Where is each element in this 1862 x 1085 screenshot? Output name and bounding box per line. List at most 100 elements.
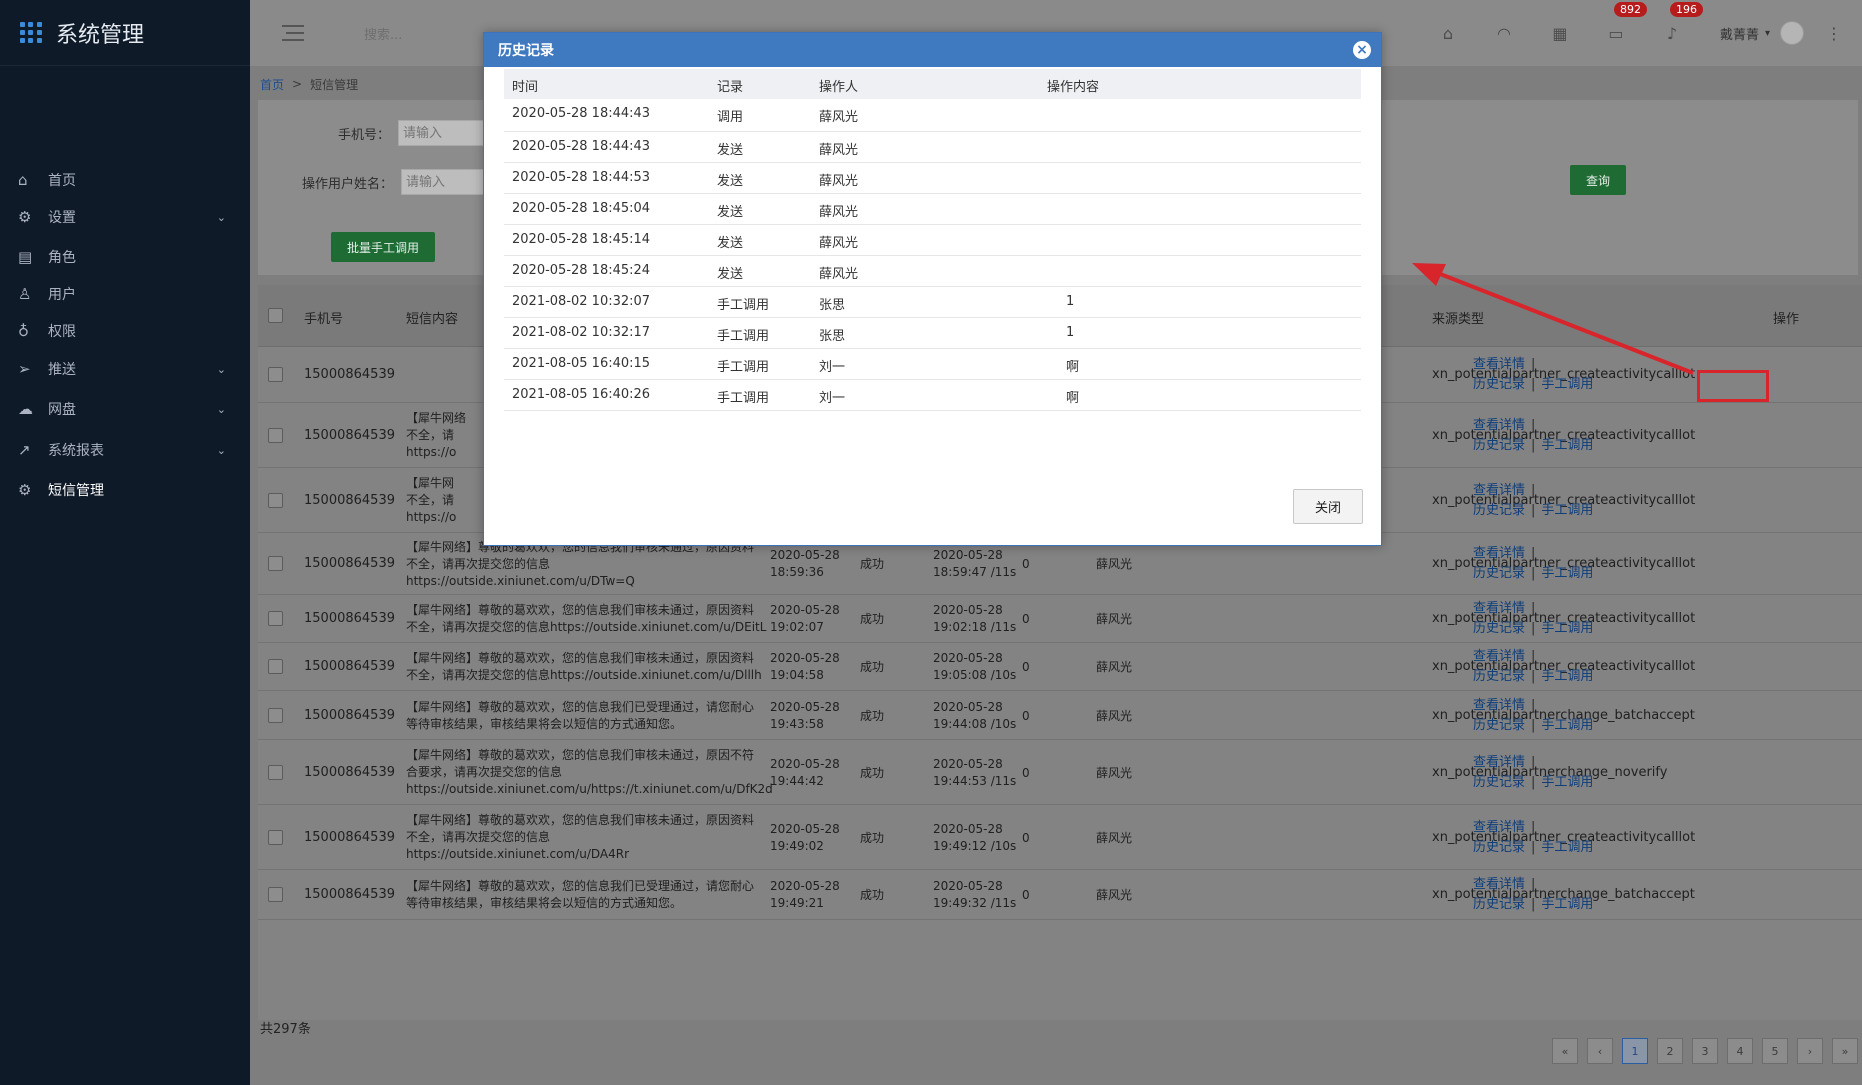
history-record: 发送 <box>717 267 744 282</box>
row-checkbox[interactable] <box>268 556 283 571</box>
bell-icon[interactable]: ♪ 196 <box>1644 1 1703 43</box>
history-link[interactable]: 历史记录 <box>1473 669 1525 684</box>
row-checkbox[interactable] <box>268 707 283 723</box>
menu-toggle-icon[interactable] <box>282 25 304 41</box>
sidebar-item-label: 系统报表 <box>48 443 104 459</box>
page-button[interactable]: 2 <box>1657 1038 1683 1064</box>
close-button[interactable]: 关闭 <box>1293 489 1363 524</box>
avatar[interactable] <box>1780 21 1804 45</box>
history-time: 2020-05-28 18:44:43 <box>512 106 651 121</box>
history-link[interactable]: 历史记录 <box>1473 377 1525 392</box>
breadcrumb-home[interactable]: 首页 <box>260 76 284 93</box>
manual-call-link[interactable]: 手工调用 <box>1541 377 1593 392</box>
history-record: 发送 <box>717 205 744 220</box>
row-phone: 15000864539 <box>304 367 395 382</box>
batch-manual-call-button[interactable]: 批量手工调用 <box>331 232 435 262</box>
view-detail-link[interactable]: 查看详情 <box>1473 649 1525 664</box>
bell-badge: 196 <box>1669 1 1703 17</box>
sidebar-item[interactable]: ➢ 推送 ⌄ <box>0 347 250 391</box>
view-detail-link[interactable]: 查看详情 <box>1473 698 1525 713</box>
sidebar-nav: ⌂ 首页 ⚙ 设置 ⌄ ▤ 角色 ♙ 用户 ♁ 权限 ➢ 推送 ⌄ ☁ 网盘 ⌄ ↗ 系统报表 ⌄ ⚙ 短信管理 <box>0 66 250 499</box>
headset-icon[interactable]: ◠ <box>1476 24 1532 43</box>
row-checkbox[interactable] <box>268 427 283 443</box>
page-button[interactable]: 4 <box>1727 1038 1753 1064</box>
sidebar-item[interactable]: ↗ 系统报表 ⌄ <box>0 428 250 472</box>
view-detail-link[interactable]: 查看详情 <box>1473 755 1525 770</box>
history-link[interactable]: 历史记录 <box>1473 566 1525 581</box>
table-row: 15000864539 【犀牛网络】尊敬的葛欢欢，您的信息我们审核未通过，原因资料… <box>258 805 1862 870</box>
history-operator: 刘一 <box>819 360 846 375</box>
view-detail-link[interactable]: 查看详情 <box>1473 601 1525 616</box>
manual-call-link[interactable]: 手工调用 <box>1541 669 1593 684</box>
page-button[interactable]: 3 <box>1692 1038 1718 1064</box>
history-link[interactable]: 历史记录 <box>1473 503 1525 518</box>
history-link[interactable]: 历史记录 <box>1473 621 1525 636</box>
view-detail-link[interactable]: 查看详情 <box>1473 418 1525 433</box>
prev-page-button[interactable]: ‹ <box>1587 1038 1613 1064</box>
manual-call-link[interactable]: 手工调用 <box>1541 897 1593 912</box>
row-phone: 15000864539 <box>304 829 395 845</box>
manual-call-link[interactable]: 手工调用 <box>1541 775 1593 790</box>
sidebar-item[interactable]: ⚙ 设置 ⌄ <box>0 195 250 239</box>
history-record: 发送 <box>717 143 744 158</box>
sidebar-item-label: 推送 <box>48 362 76 378</box>
view-detail-link[interactable]: 查看详情 <box>1473 357 1525 372</box>
row-content-line: 【犀牛网络】尊敬的葛欢欢，您的信息我们审核未通过，原因资料 <box>406 651 755 665</box>
last-page-button[interactable]: » <box>1832 1038 1858 1064</box>
row-content-line: 不全，请再次提交您的信息 <box>406 830 551 844</box>
row-content-line: 合要求，请再次提交您的信息 <box>406 765 563 779</box>
sidebar-item[interactable]: ⚙ 短信管理 <box>0 468 250 512</box>
more-vertical-icon[interactable]: ⋮ <box>1826 24 1842 43</box>
row-checkbox[interactable] <box>268 887 283 902</box>
view-detail-link[interactable]: 查看详情 <box>1473 483 1525 498</box>
mail-icon[interactable]: ▭ 892 <box>1588 1 1647 43</box>
history-record: 手工调用 <box>717 391 770 406</box>
action-separator: | <box>1531 877 1536 892</box>
history-link[interactable]: 历史记录 <box>1473 840 1525 855</box>
row-checkbox[interactable] <box>268 492 283 508</box>
sidebar: 系统管理 ⌂ 首页 ⚙ 设置 ⌄ ▤ 角色 ♙ 用户 ♁ 权限 ➢ 推送 ⌄ ☁ 网盘 ⌄ ↗ 系统报表 ⌄ ⚙ 短信管理 <box>0 0 250 1085</box>
home-icon[interactable]: ⌂ <box>1420 24 1476 43</box>
manual-call-link[interactable]: 手工调用 <box>1541 503 1593 518</box>
apps-icon[interactable]: ▦ <box>1532 24 1588 43</box>
next-page-button[interactable]: › <box>1797 1038 1823 1064</box>
page-button[interactable]: 1 <box>1622 1038 1648 1064</box>
history-link[interactable]: 历史记录 <box>1473 438 1525 453</box>
row-send-date: 2020-05-28 <box>770 879 840 893</box>
user-menu[interactable]: 戴菁菁 ▾ <box>1720 21 1804 45</box>
row-finish-date: 2020-05-28 <box>933 548 1003 562</box>
history-header-operator: 操作人 <box>819 80 859 95</box>
manual-call-link[interactable]: 手工调用 <box>1541 621 1593 636</box>
row-content-line: https://outside.xiniunet.com/u/DA4Rr <box>406 847 630 861</box>
app-title: 系统管理 <box>56 22 145 48</box>
row-checkbox[interactable] <box>268 611 283 626</box>
row-send-time: 18:59:36 <box>770 565 824 579</box>
first-page-button[interactable]: « <box>1552 1038 1578 1064</box>
view-detail-link[interactable]: 查看详情 <box>1473 820 1525 835</box>
manual-call-link[interactable]: 手工调用 <box>1541 840 1593 855</box>
query-button[interactable]: 查询 <box>1570 165 1626 195</box>
select-all-checkbox[interactable] <box>268 308 283 323</box>
row-actions-line: 历史记录 | 手工调用 <box>1473 838 1613 858</box>
row-checkbox[interactable] <box>268 829 283 845</box>
history-link[interactable]: 历史记录 <box>1473 775 1525 790</box>
manual-call-link[interactable]: 手工调用 <box>1541 718 1593 733</box>
manual-call-link[interactable]: 手工调用 <box>1541 438 1593 453</box>
history-row: 2020-05-28 18:45:04 发送 薛风光 <box>504 194 1361 225</box>
page-button[interactable]: 5 <box>1762 1038 1788 1064</box>
apps-grid-icon[interactable] <box>20 21 42 44</box>
view-detail-link[interactable]: 查看详情 <box>1473 546 1525 561</box>
row-checkbox[interactable] <box>268 367 283 382</box>
history-link[interactable]: 历史记录 <box>1473 718 1525 733</box>
row-checkbox[interactable] <box>268 659 283 674</box>
row-content-line: https://outside.xiniunet.com/u/DTw=Q <box>406 573 635 588</box>
history-link[interactable]: 历史记录 <box>1473 897 1525 912</box>
row-checkbox[interactable] <box>268 764 283 780</box>
sidebar-item[interactable]: ☁ 网盘 ⌄ <box>0 387 250 431</box>
manual-call-link[interactable]: 手工调用 <box>1541 566 1593 581</box>
close-icon[interactable]: × <box>1353 41 1371 59</box>
row-content-line: 【犀牛网络】尊敬的葛欢欢，您的信息我们已受理通过，请您耐心 <box>406 879 755 893</box>
view-detail-link[interactable]: 查看详情 <box>1473 877 1525 892</box>
search-input[interactable]: 搜索... <box>364 24 402 43</box>
row-actions: 查看详情 | 历史记录 | 手工调用 <box>1473 481 1613 521</box>
